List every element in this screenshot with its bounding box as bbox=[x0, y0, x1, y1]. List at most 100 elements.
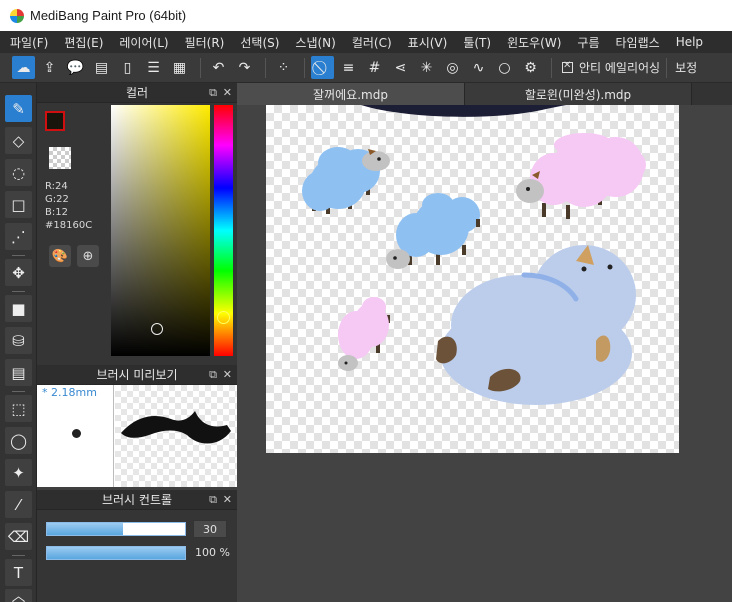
hex-value: #18160C bbox=[45, 220, 93, 231]
blue-sheep-2 bbox=[386, 193, 480, 269]
menu-snap[interactable]: 스냅(N) bbox=[285, 34, 341, 51]
brush-tool-icon[interactable]: ✎ bbox=[5, 95, 32, 122]
fill-rectangle-icon[interactable]: ■ bbox=[5, 295, 32, 322]
brush-preview-header: 브러시 미리보기 ⧉ ✕ bbox=[37, 365, 237, 385]
list-settings-icon[interactable]: ☰ bbox=[142, 56, 165, 79]
menu-cloud[interactable]: 구름 bbox=[567, 34, 605, 51]
popout-icon[interactable]: ⧉ bbox=[209, 86, 217, 100]
close-icon[interactable]: ✕ bbox=[223, 86, 232, 99]
settings-gear-icon[interactable]: ⚙ bbox=[519, 56, 542, 79]
toolbar-divider bbox=[666, 57, 668, 78]
toolbar-divider bbox=[304, 57, 305, 78]
redo-icon[interactable]: ↷ bbox=[233, 56, 256, 79]
magic-wand-icon[interactable]: ✦ bbox=[5, 459, 32, 486]
close-icon[interactable]: ✕ bbox=[223, 493, 232, 506]
menu-file[interactable]: 파일(F) bbox=[0, 34, 54, 51]
brush-size-slider[interactable] bbox=[46, 522, 186, 536]
app-window: MediBang Paint Pro (64bit) 파일(F) 편집(E) 레… bbox=[0, 0, 732, 602]
antialias-label: 안티 에일리어싱 bbox=[579, 61, 661, 75]
document-tab-bar: 잘꺼에요.mdp 할로윈(미완성).mdp bbox=[237, 83, 732, 105]
upload-icon[interactable]: ⇪ bbox=[38, 56, 61, 79]
menu-help[interactable]: Help bbox=[666, 35, 709, 49]
brush-opacity-slider[interactable] bbox=[46, 546, 186, 560]
document-icon[interactable]: ▯ bbox=[116, 56, 139, 79]
menu-edit[interactable]: 편집(E) bbox=[54, 34, 109, 51]
brush-size-number: 30 bbox=[203, 522, 217, 536]
menu-view[interactable]: 표시(V) bbox=[398, 34, 454, 51]
select-rect-icon[interactable]: ⬚ bbox=[5, 395, 32, 422]
menu-filter[interactable]: 필터(R) bbox=[175, 34, 231, 51]
concentric-snap-icon[interactable]: ◎ bbox=[441, 56, 464, 79]
grid-snap-icon[interactable]: # bbox=[363, 56, 386, 79]
drawing-canvas[interactable] bbox=[266, 105, 679, 453]
select-pen-icon[interactable]: ⁄ bbox=[5, 491, 32, 518]
undo-icon[interactable]: ↶ bbox=[207, 56, 230, 79]
text-tool-icon[interactable]: T bbox=[5, 559, 32, 586]
palette-add-icon[interactable]: ⊕ bbox=[77, 245, 99, 267]
color-picker-cursor[interactable] bbox=[151, 323, 163, 335]
red-value: R:24 bbox=[45, 181, 68, 192]
palette-icon[interactable]: 🎨 bbox=[49, 245, 71, 267]
brush-stroke-preview bbox=[115, 385, 237, 487]
circle-snap-icon[interactable]: ○ bbox=[493, 56, 516, 79]
popout-icon[interactable]: ⧉ bbox=[209, 368, 217, 382]
shape-tool-icon[interactable]: ⬠ bbox=[5, 589, 32, 602]
blue-blob-creature bbox=[436, 245, 636, 405]
snap-off-icon[interactable]: ⃠ bbox=[311, 56, 334, 79]
brush-tip-dot bbox=[72, 429, 81, 438]
correction-label[interactable]: 보정 bbox=[675, 59, 697, 76]
antialias-checkbox[interactable] bbox=[562, 60, 573, 73]
hue-slider-cursor[interactable] bbox=[217, 311, 230, 324]
menu-color[interactable]: 컬러(C) bbox=[342, 34, 398, 51]
toolbar-divider bbox=[265, 57, 266, 78]
select-eraser-icon[interactable]: ⌫ bbox=[5, 523, 32, 550]
tool-divider bbox=[12, 391, 25, 392]
tool-divider bbox=[12, 291, 25, 292]
move-tool-icon[interactable]: ✥ bbox=[5, 259, 32, 286]
foreground-color-swatch[interactable] bbox=[45, 111, 65, 131]
app-logo-icon bbox=[10, 8, 24, 23]
comment-icon[interactable]: 💬 bbox=[64, 56, 87, 79]
bucket-icon[interactable]: ⛁ bbox=[5, 327, 32, 354]
tab-document-1[interactable]: 잘꺼에요.mdp bbox=[237, 83, 465, 105]
brush-size-slider-fill bbox=[47, 523, 123, 535]
tool-strip: ✎ ◇ ◌ □ ⋰ ✥ ■ ⛁ ▤ ⬚ ◯ ✦ ⁄ ⌫ T ⬠ bbox=[0, 83, 37, 602]
transparent-color-swatch[interactable] bbox=[49, 147, 71, 169]
parallel-snap-icon[interactable]: ≡ bbox=[337, 56, 360, 79]
menu-bar: 파일(F) 편집(E) 레이어(L) 필터(R) 선택(S) 스냅(N) 컬러(… bbox=[0, 31, 732, 53]
brush-size-field[interactable]: 30 bbox=[193, 520, 227, 538]
saturation-value-picker[interactable] bbox=[111, 105, 210, 356]
toolbar: ☁ ⇪ 💬 ▤ ▯ ☰ ▦ ↶ ↷ ⁘ ⃠ ≡ # ⋖ ✳ ◎ ∿ ○ ⚙ 안티… bbox=[0, 53, 732, 83]
menu-layer[interactable]: 레이어(L) bbox=[109, 34, 174, 51]
menu-tool[interactable]: 툴(T) bbox=[453, 34, 497, 51]
brush-preview-body: * 2.18mm bbox=[37, 385, 237, 487]
menu-select[interactable]: 선택(S) bbox=[230, 34, 285, 51]
close-icon[interactable]: ✕ bbox=[223, 368, 232, 381]
tab-document-2[interactable]: 할로윈(미완성).mdp bbox=[465, 83, 692, 105]
brush-control-body: 30 100 % bbox=[37, 510, 237, 602]
lasso-select-icon[interactable]: ◯ bbox=[5, 427, 32, 454]
radial-snap-icon[interactable]: ✳ bbox=[415, 56, 438, 79]
brush-size-readout: * 2.18mm bbox=[42, 386, 97, 399]
chat-icon[interactable]: ▤ bbox=[90, 56, 113, 79]
popout-icon[interactable]: ⧉ bbox=[209, 493, 217, 507]
pink-sheep-large bbox=[516, 133, 646, 219]
window-title: MediBang Paint Pro (64bit) bbox=[30, 8, 187, 23]
perspective-snap-icon[interactable]: ⋖ bbox=[389, 56, 412, 79]
toolbar-divider bbox=[551, 57, 552, 78]
menu-timelapse[interactable]: 타임랩스 bbox=[606, 34, 666, 51]
menu-window[interactable]: 윈도우(W) bbox=[497, 34, 567, 51]
brush-preview-panel: 브러시 미리보기 ⧉ ✕ * 2.18mm bbox=[37, 365, 237, 487]
loading-icon[interactable]: ⁘ bbox=[272, 56, 295, 79]
green-value: G:22 bbox=[45, 194, 69, 205]
pink-sheep-small bbox=[338, 297, 390, 371]
panel-layout-icon[interactable]: ▦ bbox=[168, 56, 191, 79]
cloud-icon[interactable]: ☁ bbox=[12, 56, 35, 79]
gradient-icon[interactable]: ▤ bbox=[5, 359, 32, 386]
dot-pen-icon[interactable]: ⋰ bbox=[5, 223, 32, 250]
lasso-eraser-icon[interactable]: ◌ bbox=[5, 159, 32, 186]
rectangle-select-icon[interactable]: □ bbox=[5, 191, 32, 218]
eraser-tool-icon[interactable]: ◇ bbox=[5, 127, 32, 154]
curve-snap-icon[interactable]: ∿ bbox=[467, 56, 490, 79]
brush-control-title: 브러시 컨트롤 bbox=[101, 493, 173, 507]
